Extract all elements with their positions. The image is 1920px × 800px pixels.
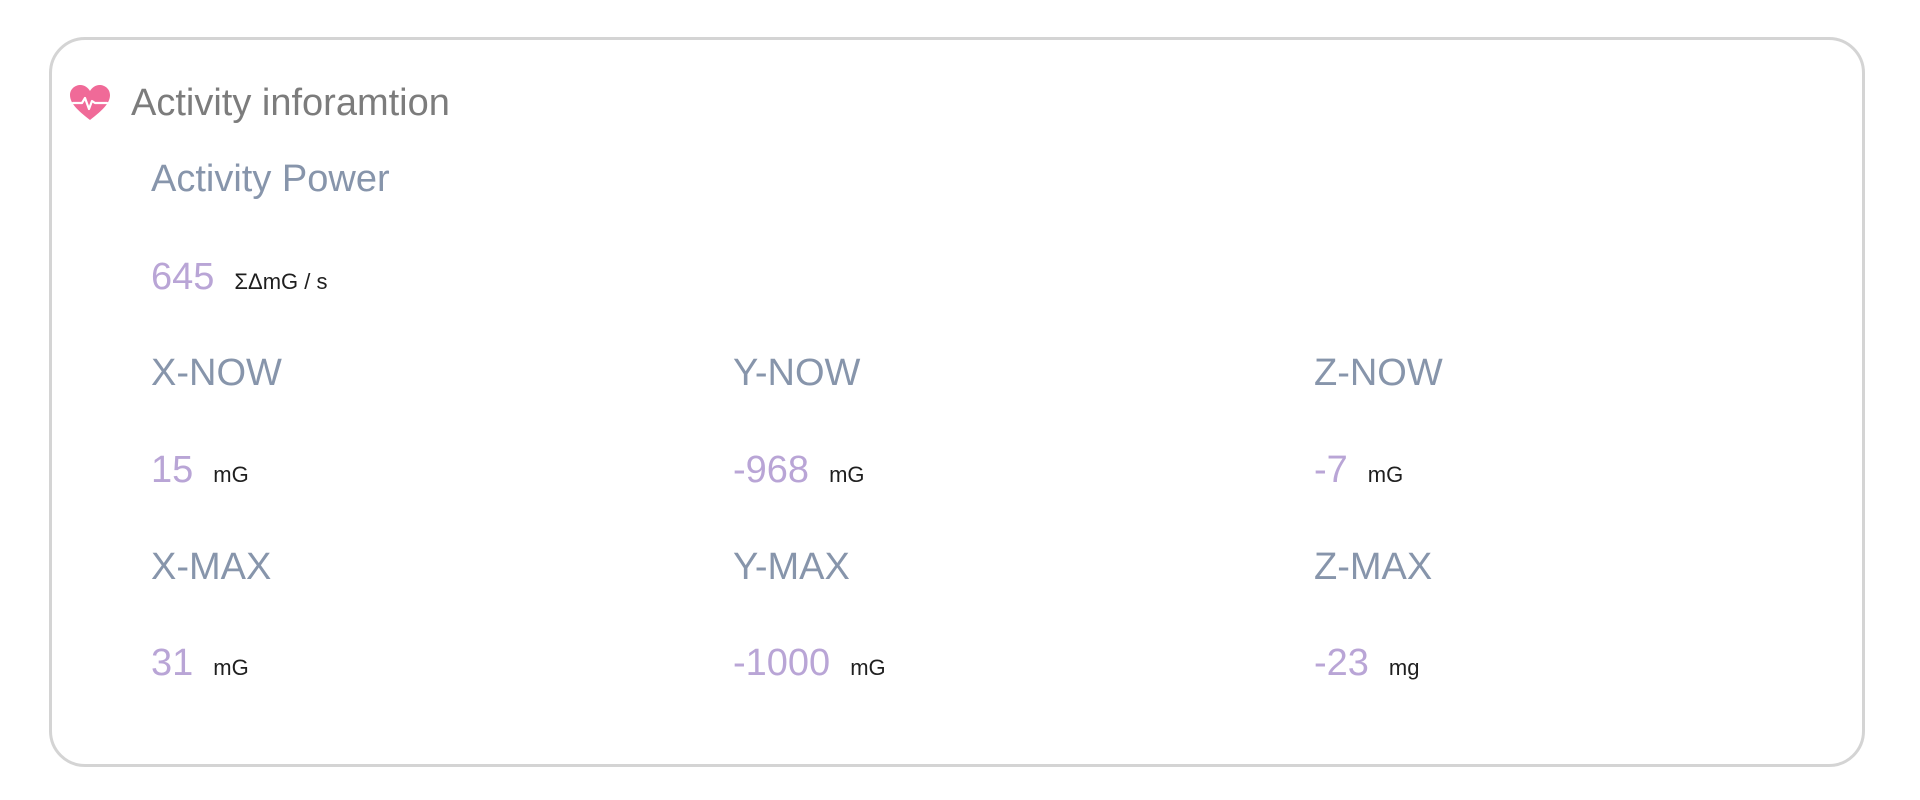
y-now-reading: -968 mG <box>733 451 865 489</box>
z-now-value: -7 <box>1314 449 1348 491</box>
y-now-label: Y-NOW <box>733 352 861 394</box>
x-now-label: X-NOW <box>151 352 282 394</box>
z-max-unit: mg <box>1388 655 1420 680</box>
card-title: Activity inforamtion <box>131 82 450 124</box>
y-max-unit: mG <box>850 655 886 680</box>
x-now-reading: 15 mG <box>151 451 249 489</box>
x-now-value: 15 <box>151 449 194 491</box>
y-now-unit: mG <box>829 462 865 487</box>
activity-power-reading: 645 ΣΔmG / s <box>151 258 327 296</box>
x-now-unit: mG <box>213 462 249 487</box>
activity-power-value: 645 <box>151 256 215 298</box>
card-header: Activity inforamtion <box>69 78 450 128</box>
x-max-value: 31 <box>151 642 194 684</box>
y-max-value: -1000 <box>733 642 831 684</box>
y-max-reading: -1000 mG <box>733 644 886 682</box>
x-max-unit: mG <box>213 655 249 680</box>
y-now-value: -968 <box>733 449 810 491</box>
activity-card: Activity inforamtion Activity Power 645 … <box>49 37 1865 767</box>
z-now-label: Z-NOW <box>1314 352 1443 394</box>
x-max-reading: 31 mG <box>151 644 249 682</box>
x-max-label: X-MAX <box>151 546 272 588</box>
y-max-label: Y-MAX <box>733 546 850 588</box>
z-max-label: Z-MAX <box>1314 546 1433 588</box>
z-max-value: -23 <box>1314 642 1369 684</box>
z-now-unit: mG <box>1367 462 1404 487</box>
z-max-reading: -23 mg <box>1314 644 1419 682</box>
activity-power-label: Activity Power <box>151 158 390 200</box>
z-now-reading: -7 mG <box>1314 451 1403 489</box>
activity-power-unit: ΣΔmG / s <box>234 269 328 294</box>
heart-pulse-icon <box>69 84 111 122</box>
